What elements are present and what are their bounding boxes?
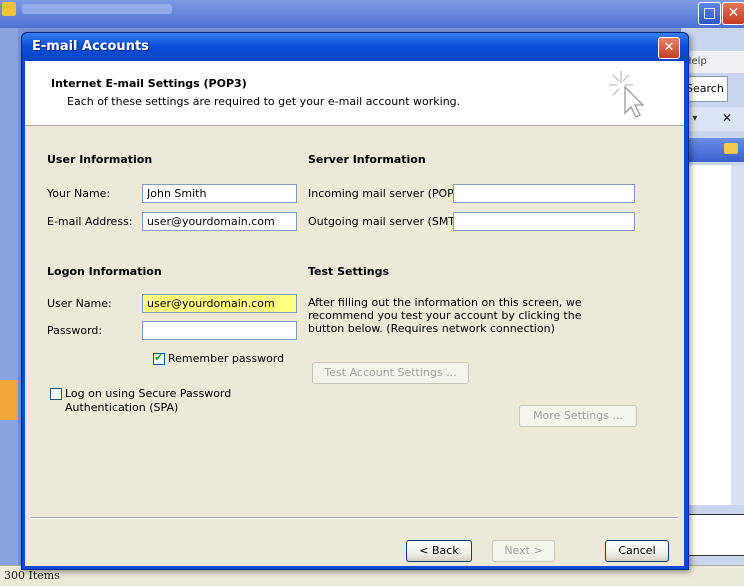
filter-bar[interactable]: s ▾ bbox=[681, 107, 744, 131]
outlook-app-icon bbox=[2, 2, 16, 16]
checkmark-icon: ✔ bbox=[154, 351, 164, 364]
email-address-input[interactable] bbox=[142, 212, 297, 231]
spa-checkbox[interactable] bbox=[50, 388, 62, 400]
your-name-label: Your Name: bbox=[47, 187, 111, 200]
remember-password-label: Remember password bbox=[168, 352, 285, 365]
nav-pane-highlight bbox=[0, 380, 18, 420]
incoming-server-input[interactable] bbox=[453, 184, 635, 203]
navigation-pane-edge bbox=[0, 28, 18, 565]
outgoing-server-label: Outgoing mail server (SMTP): bbox=[308, 215, 470, 228]
email-accounts-dialog: E-mail Accounts ✕ Internet E-mail Settin… bbox=[21, 32, 689, 570]
server-information-title: Server Information bbox=[308, 153, 426, 166]
password-label: Password: bbox=[47, 324, 103, 337]
test-settings-title: Test Settings bbox=[308, 265, 390, 278]
close-pane-icon[interactable]: ✕ bbox=[722, 111, 732, 125]
logon-information-title: Logon Information bbox=[47, 265, 162, 278]
dialog-title: E-mail Accounts bbox=[32, 39, 149, 54]
spa-label-line2: Authentication (SPA) bbox=[65, 401, 179, 414]
incoming-server-label: Incoming mail server (POP3): bbox=[308, 187, 469, 200]
spa-label-line1: Log on using Secure Password bbox=[65, 387, 232, 400]
user-name-label: User Name: bbox=[47, 297, 112, 310]
dialog-header: Internet E-mail Settings (POP3) Each of … bbox=[25, 61, 684, 126]
test-settings-line2: recommend you test your account by click… bbox=[308, 309, 582, 322]
user-name-input[interactable] bbox=[142, 294, 297, 313]
more-settings-button[interactable]: More Settings ... bbox=[519, 405, 637, 427]
remember-password-checkbox[interactable]: ✔ bbox=[153, 351, 165, 365]
window-close-button[interactable]: ✕ bbox=[722, 2, 744, 25]
dialog-client-area: Internet E-mail Settings (POP3) Each of … bbox=[25, 61, 684, 566]
test-settings-line1: After filling out the information on thi… bbox=[308, 296, 582, 309]
header-subtitle: Each of these settings are required to g… bbox=[67, 95, 461, 108]
folder-icon bbox=[724, 143, 738, 154]
your-name-input[interactable] bbox=[142, 184, 297, 203]
test-settings-line3: button below. (Requires network connecti… bbox=[308, 322, 555, 335]
header-title: Internet E-mail Settings (POP3) bbox=[51, 77, 247, 90]
next-button[interactable]: Next > bbox=[492, 540, 555, 562]
password-input[interactable] bbox=[142, 321, 297, 340]
back-button[interactable]: < Back bbox=[406, 540, 472, 562]
dialog-titlebar[interactable]: E-mail Accounts ✕ bbox=[22, 33, 688, 61]
outlook-titlebar bbox=[0, 0, 744, 28]
test-account-settings-button[interactable]: Test Account Settings ... bbox=[312, 362, 469, 384]
user-information-title: User Information bbox=[47, 153, 153, 166]
help-box[interactable]: Help bbox=[681, 51, 744, 73]
cancel-button[interactable]: Cancel bbox=[605, 540, 669, 562]
outlook-title-blurred bbox=[22, 4, 172, 14]
maximize-button[interactable]: □ bbox=[698, 2, 721, 25]
footer-separator bbox=[31, 517, 678, 519]
message-list-scrollbar[interactable] bbox=[731, 165, 744, 505]
status-text: 300 Items bbox=[4, 569, 60, 582]
dialog-close-button[interactable]: ✕ bbox=[658, 37, 680, 59]
email-address-label: E-mail Address: bbox=[47, 215, 133, 228]
cursor-sparkle-icon bbox=[609, 71, 645, 118]
outgoing-server-input[interactable] bbox=[453, 212, 635, 231]
